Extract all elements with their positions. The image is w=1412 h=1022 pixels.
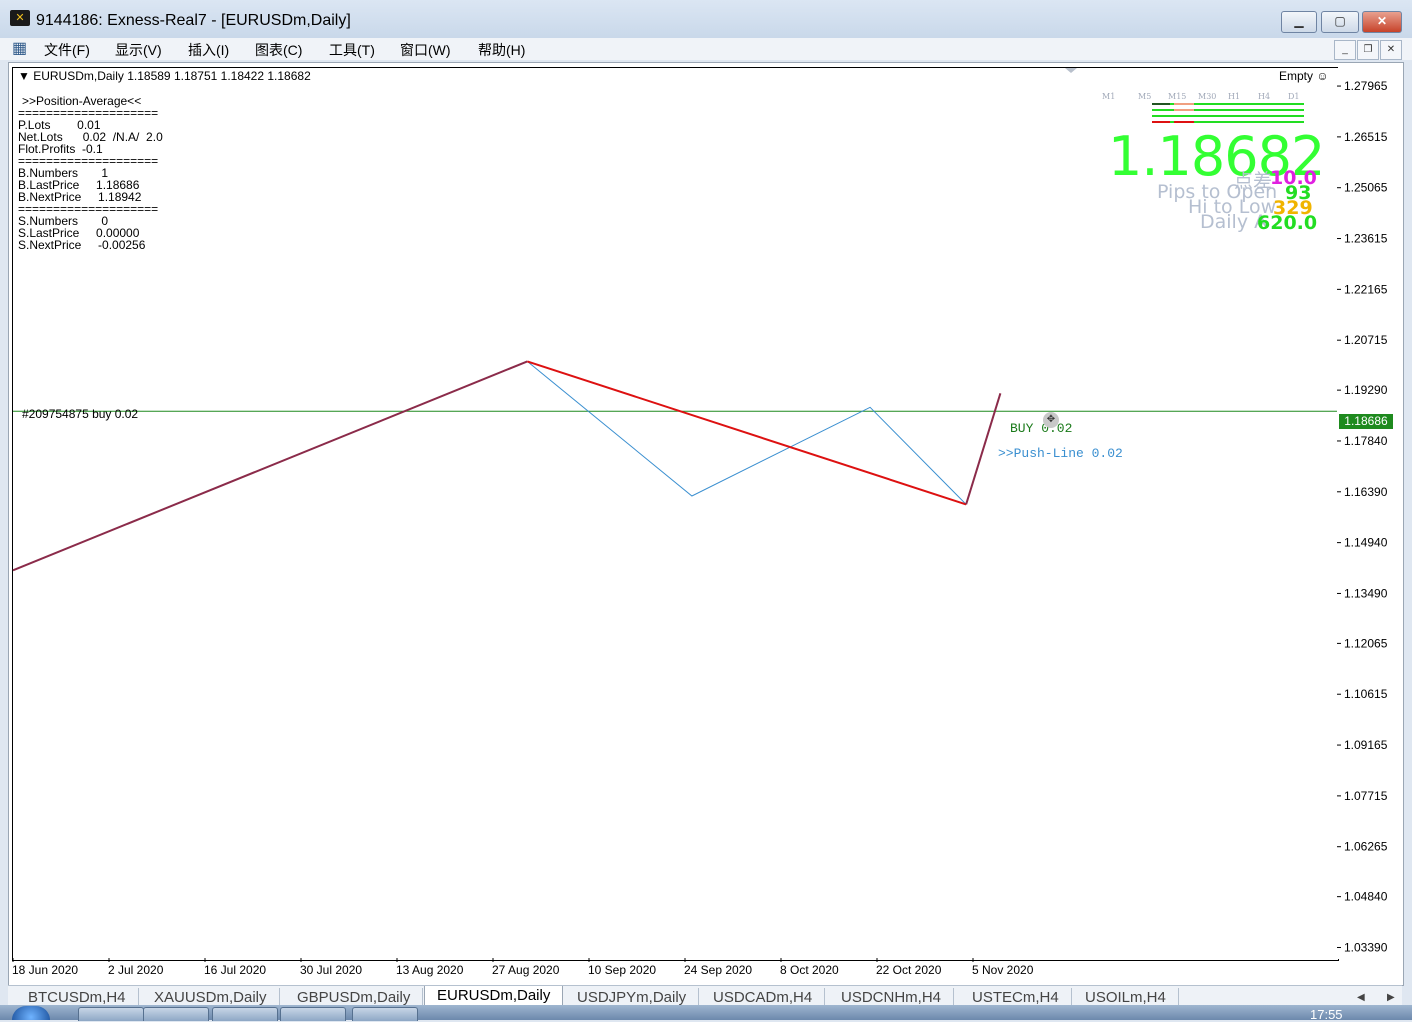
tab-usdcadm[interactable]: USDCADm,H4 [701,988,826,1006]
dropdown-triangle-icon[interactable]: ▼ [18,69,33,83]
buy-label: BUY 0.02 [1010,421,1073,436]
y-tick-label: 1.14940 [1344,536,1388,550]
x-tick-label: 27 Aug 2020 [492,963,560,977]
drag-handle-icon[interactable]: ✥ [1043,412,1059,428]
x-tick-label: 2 Jul 2020 [108,963,164,977]
y-tick-label: 1.25065 [1344,181,1388,195]
x-tick-label: 8 Oct 2020 [780,963,839,977]
x-tick-label: 18 Jun 2020 [12,963,78,977]
tf-m15: M15 [1168,92,1187,101]
zigzag-line-downleg [526,360,967,506]
y-tick-label: 1.12065 [1344,636,1388,650]
tf-d1: D1 [1288,92,1300,101]
y-tick-label: 1.07715 [1344,789,1388,803]
tf-m30: M30 [1198,92,1217,101]
x-tick-label: 22 Oct 2020 [876,963,942,977]
x-tick-label: 30 Jul 2020 [300,963,362,977]
y-tick-label: 1.13490 [1344,586,1388,600]
order-label[interactable]: #209754875 buy 0.02 [22,407,138,421]
y-tick-label: 1.04840 [1344,890,1388,904]
y-tick-label: 1.22165 [1344,282,1388,296]
y-tick-label: 1.16390 [1344,485,1388,499]
taskbar-metatrader-icon[interactable] [352,1007,418,1021]
zigzag-line-upleg [12,360,528,572]
tf-h1: H1 [1228,92,1241,101]
x-tick-label: 5 Nov 2020 [972,963,1034,977]
taskbar-app-icon[interactable] [212,1007,278,1021]
y-tick-label: 1.10615 [1344,687,1388,701]
tab-usdcnhm[interactable]: USDCNHm,H4 [829,988,955,1006]
symbol-header: ▼ EURUSDm,Daily 1.18589 1.18751 1.18422 … [18,69,311,83]
tf-h4: H4 [1258,92,1271,101]
y-tick-label: 1.09165 [1344,738,1388,752]
y-tick-label: 1.20715 [1344,333,1388,347]
tab-scroll-left-icon[interactable]: ◀ [1353,988,1369,1006]
tab-btcusdm[interactable]: BTCUSDm,H4 [16,988,139,1006]
taskbar-app-icon[interactable] [78,1007,144,1021]
y-tick-label: 1.06265 [1344,840,1388,854]
current-price-tag: 1.18686 [1339,414,1393,429]
tab-eurusdm[interactable]: EURUSDm,Daily [424,986,564,1006]
tab-usoilm[interactable]: USOILm,H4 [1073,988,1179,1006]
y-tick-label: 1.03390 [1344,940,1388,954]
tab-scroll-right-icon[interactable]: ▶ [1383,988,1399,1006]
symbol-quote: EURUSDm,Daily 1.18589 1.18751 1.18422 1.… [33,69,311,83]
tab-xauusdm[interactable]: XAUUSDm,Daily [142,988,280,1006]
s-nextprice: S.NextPrice -0.00256 [18,238,146,252]
taskbar-browser-icon[interactable] [280,1007,346,1021]
x-tick-label: 10 Sep 2020 [588,963,656,977]
tab-ustecm[interactable]: USTECm,H4 [960,988,1072,1006]
tab-usdjpym[interactable]: USDJPYm,Daily [565,988,700,1006]
shift-marker-icon[interactable] [1065,68,1077,73]
taskbar: 17:55 [0,1005,1412,1022]
push-line-label: >>Push-Line 0.02 [998,446,1123,461]
y-tick-label: 1.17840 [1344,434,1388,448]
taskbar-folder-icon[interactable] [143,1007,209,1021]
chart-tab-bar: BTCUSDm,H4 XAUUSDm,Daily GBPUSDm,Daily E… [8,985,1402,1006]
y-tick-label: 1.27965 [1344,79,1388,93]
tf-m5: M5 [1138,92,1152,101]
x-tick-label: 16 Jul 2020 [204,963,266,977]
y-tick-label: 1.26515 [1344,130,1388,144]
start-button-icon[interactable] [12,1006,50,1020]
y-tick-label: 1.23615 [1344,232,1388,246]
zigzag-line-last [965,393,1002,505]
y-tick-label: 1.19290 [1344,383,1388,397]
tab-gbpusdm[interactable]: GBPUSDm,Daily [285,988,424,1006]
tf-m1: M1 [1102,92,1116,101]
daily-value: 620.0 [1257,212,1318,234]
expert-status: Empty ☺ [1279,69,1329,83]
trend-bars [1152,103,1304,123]
x-tick-label: 13 Aug 2020 [396,963,464,977]
x-tick-label: 24 Sep 2020 [684,963,752,977]
